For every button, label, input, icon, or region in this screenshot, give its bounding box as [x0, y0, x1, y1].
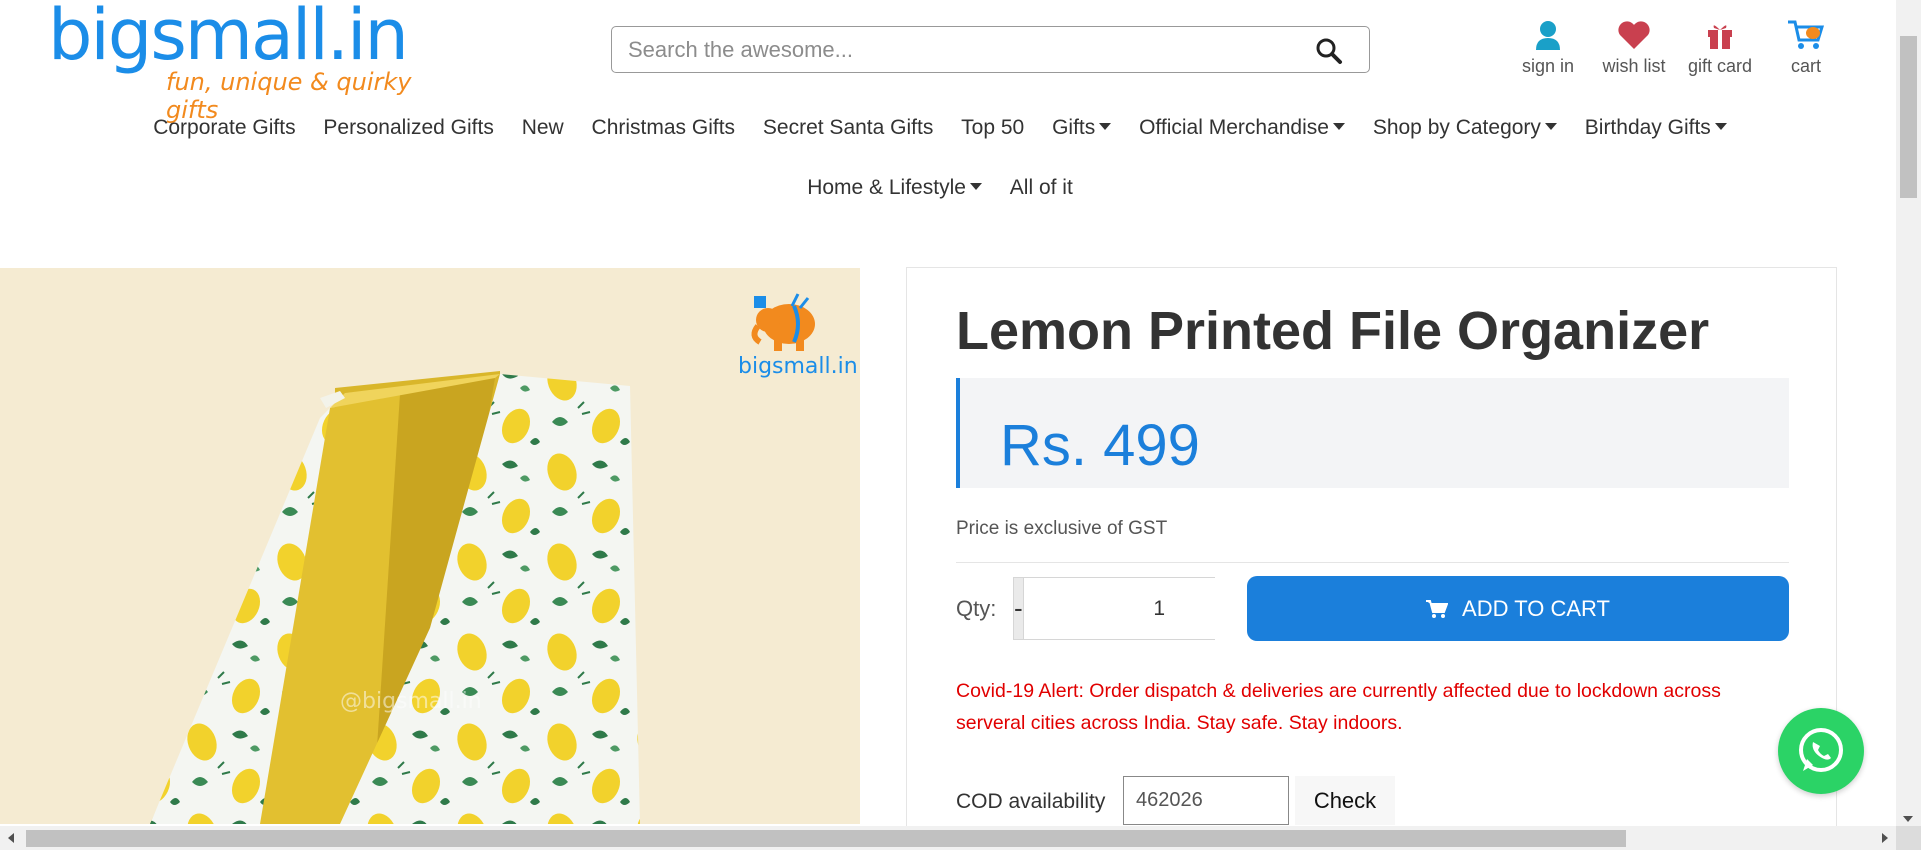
pincode-input[interactable] — [1123, 776, 1289, 825]
heart-icon — [1618, 21, 1650, 49]
covid-alert: Covid-19 Alert: Order dispatch & deliver… — [956, 680, 1721, 734]
watermark-logo: bigsmall.in — [734, 282, 858, 407]
whatsapp-button[interactable] — [1778, 708, 1864, 794]
gift-card-label: gift card — [1687, 56, 1753, 76]
check-cod-button[interactable]: Check — [1295, 776, 1395, 825]
caret-down-icon — [1099, 122, 1112, 130]
vertical-scrollbar[interactable] — [1896, 0, 1921, 826]
product-details-panel: Lemon Printed File Organizer Rs. 499 Pri… — [906, 267, 1837, 827]
gift-card-link[interactable]: gift card — [1677, 18, 1763, 77]
quantity-label: Qty: — [956, 596, 997, 621]
whatsapp-icon — [1799, 728, 1843, 772]
wish-list-link[interactable]: wish list — [1591, 18, 1677, 77]
logo-wordmark: bigsmall.in — [48, 0, 409, 76]
price-box: Rs. 499 — [956, 378, 1789, 488]
add-to-cart-button[interactable]: ADD TO CART — [1247, 576, 1789, 641]
cart-icon — [1788, 20, 1825, 49]
sign-in-label: sign in — [1521, 56, 1575, 76]
wish-list-label: wish list — [1602, 56, 1666, 76]
search-icon[interactable] — [1315, 37, 1343, 65]
caret-down-icon — [969, 182, 982, 190]
nav-personalized-gifts[interactable]: Personalized Gifts — [323, 116, 493, 140]
user-icon — [1536, 21, 1560, 50]
scroll-right-arrow-icon[interactable] — [1882, 833, 1888, 843]
qty-decrease-button[interactable]: - — [1014, 578, 1023, 639]
nav-top-50[interactable]: Top 50 — [961, 116, 1024, 140]
nav-all-of-it[interactable]: All of it — [1010, 176, 1073, 200]
site-logo[interactable]: bigsmall.in fun, unique & quirky gifts — [48, 0, 428, 124]
cart-label: cart — [1790, 56, 1821, 76]
scroll-down-arrow-icon[interactable] — [1903, 816, 1913, 822]
nav-shop-by-category[interactable]: Shop by Category — [1373, 116, 1557, 140]
caret-down-icon — [1332, 122, 1345, 130]
nav-gifts[interactable]: Gifts — [1052, 116, 1112, 140]
nav-secret-santa-gifts[interactable]: Secret Santa Gifts — [763, 116, 933, 140]
product-price: Rs. 499 — [1000, 413, 1200, 478]
add-to-cart-label: ADD TO CART — [1462, 595, 1610, 621]
horizontal-scroll-thumb[interactable] — [26, 830, 1626, 847]
vertical-scroll-thumb[interactable] — [1900, 36, 1917, 198]
sign-in-link[interactable]: sign in — [1505, 18, 1591, 77]
gift-icon — [1708, 25, 1732, 49]
quantity-stepper: - + — [1013, 577, 1311, 640]
search-bar — [611, 26, 1370, 73]
horizontal-scrollbar[interactable] — [0, 826, 1896, 850]
nav-new[interactable]: New — [522, 116, 564, 140]
caret-down-icon — [1544, 122, 1557, 130]
product-image[interactable]: @bigsmall.in bigsmall.in — [0, 268, 860, 824]
shopping-cart-icon — [1426, 599, 1449, 618]
main-nav: Corporate Gifts Personalized Gifts New C… — [0, 116, 1880, 140]
watermark-text: bigsmall.in — [738, 354, 858, 379]
caret-down-icon — [1714, 122, 1727, 130]
header-links: sign in wish list gift card cart — [1505, 18, 1849, 77]
cart-link[interactable]: cart — [1763, 18, 1849, 77]
tax-note: Price is exclusive of GST — [956, 518, 1168, 539]
nav-official-merchandise[interactable]: Official Merchandise — [1139, 116, 1345, 140]
scrollbar-corner — [1896, 826, 1921, 850]
main-nav-row2: Home & Lifestyle All of it — [0, 176, 1880, 200]
scroll-left-arrow-icon[interactable] — [8, 833, 14, 843]
nav-corporate-gifts[interactable]: Corporate Gifts — [153, 116, 295, 140]
nav-home-lifestyle[interactable]: Home & Lifestyle — [807, 176, 982, 200]
elephant-logo-icon — [751, 293, 815, 351]
nav-birthday-gifts[interactable]: Birthday Gifts — [1585, 116, 1727, 140]
nav-christmas-gifts[interactable]: Christmas Gifts — [592, 116, 736, 140]
divider — [956, 562, 1789, 563]
file-organizer-photo: @bigsmall.in — [150, 371, 640, 824]
cod-label: COD availability — [956, 790, 1106, 813]
svg-text:@bigsmall.in: @bigsmall.in — [340, 689, 482, 714]
search-input[interactable] — [628, 33, 1308, 66]
product-title: Lemon Printed File Organizer — [956, 301, 1710, 361]
